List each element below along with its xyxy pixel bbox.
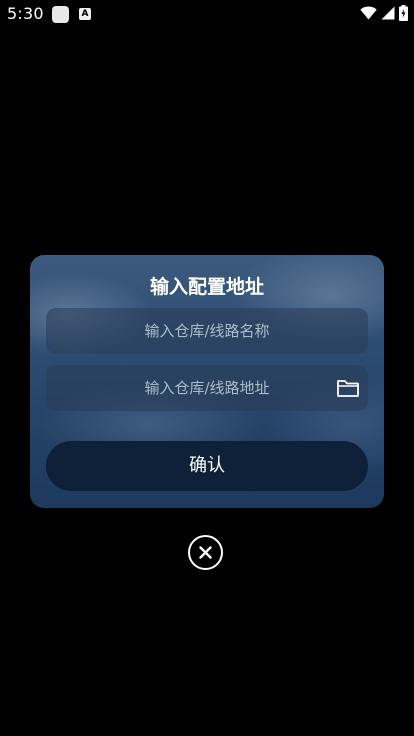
status-time: 5:30 (7, 4, 44, 23)
status-bar: 5:30 A (0, 0, 414, 28)
a-icon: A (79, 8, 91, 20)
repo-name-input[interactable] (46, 308, 368, 354)
close-button[interactable] (188, 535, 223, 570)
wifi-icon (360, 6, 377, 20)
folder-icon[interactable] (336, 377, 360, 399)
config-address-dialog: 输入配置地址 确认 (30, 255, 384, 508)
status-indicators (360, 5, 408, 21)
battery-icon (399, 5, 408, 21)
repo-address-input[interactable] (46, 365, 368, 411)
repo-address-field (46, 365, 368, 411)
notification-app-icon (52, 6, 69, 23)
screen: 5:30 A 输入配置地址 输入仓库/线路名称 输入仓库/线路地址 确认 (0, 0, 414, 736)
confirm-button[interactable]: 确认 (46, 441, 368, 491)
repo-name-field (46, 308, 368, 354)
dialog-title: 输入配置地址 (149, 276, 264, 298)
close-icon (199, 546, 212, 559)
signal-icon (381, 6, 395, 20)
